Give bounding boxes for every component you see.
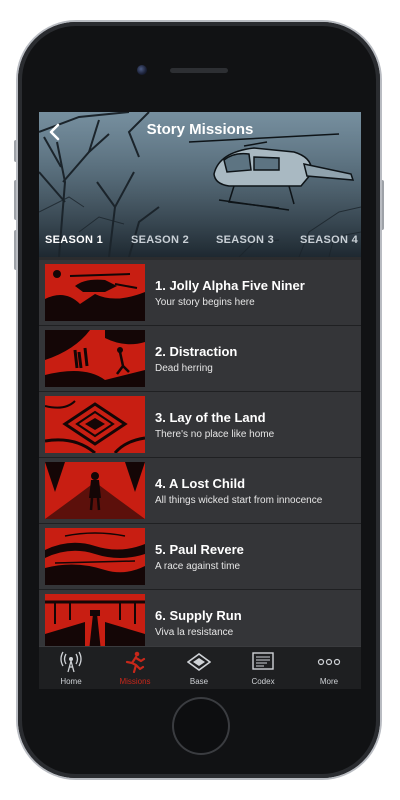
mission-subtitle: All things wicked start from innocence [155, 495, 323, 506]
running-man-icon [123, 651, 147, 674]
mission-row[interactable]: 2. Distraction Dead herring [39, 326, 361, 392]
mission-title: 3. Lay of the Land [155, 410, 266, 425]
tabbar-codex[interactable]: Codex [231, 647, 295, 689]
more-icon [317, 651, 341, 673]
codex-icon [251, 651, 275, 673]
season-tabs: SEASON 1 SEASON 2 SEASON 3 SEASON 4 [39, 234, 361, 254]
mission-thumbnail-runners [45, 330, 145, 387]
mission-thumbnail-aerial-map [45, 396, 145, 453]
mission-subtitle: Viva la resistance [155, 627, 234, 638]
mission-row[interactable]: 4. A Lost Child All things wicked start … [39, 458, 361, 524]
mission-title: 1. Jolly Alpha Five Niner [155, 278, 305, 293]
power-button [380, 180, 384, 230]
tabbar-home[interactable]: Home [39, 647, 103, 689]
tabbar-more[interactable]: More [297, 647, 361, 689]
tab-season-2[interactable]: SEASON 2 [131, 234, 189, 246]
mission-row[interactable]: 1. Jolly Alpha Five Niner Your story beg… [39, 260, 361, 326]
mission-subtitle: There's no place like home [155, 429, 275, 440]
mission-title: 6. Supply Run [155, 608, 242, 623]
mission-subtitle: Your story begins here [155, 297, 255, 308]
mission-thumbnail-landscape [45, 528, 145, 585]
mission-title: 5. Paul Revere [155, 542, 244, 557]
mission-title: 4. A Lost Child [155, 476, 246, 491]
tabbar-missions[interactable]: Missions [103, 647, 167, 689]
tab-season-3[interactable]: SEASON 3 [216, 234, 274, 246]
mission-row[interactable]: 5. Paul Revere A race against time [39, 524, 361, 590]
tabbar-label: Missions [119, 677, 151, 686]
mission-thumbnail-girl [45, 462, 145, 519]
mission-thumbnail-helicopter [45, 264, 145, 321]
tab-season-4[interactable]: SEASON 4 [300, 234, 358, 246]
mission-row[interactable]: 6. Supply Run Viva la resistance [39, 590, 361, 646]
mission-title: 2. Distraction [155, 344, 238, 359]
tab-season-1[interactable]: SEASON 1 [45, 234, 103, 246]
mission-row[interactable]: 3. Lay of the Land There's no place like… [39, 392, 361, 458]
tabbar-label: Codex [251, 677, 275, 686]
tabbar-label: Base [189, 677, 209, 686]
front-camera [137, 65, 147, 75]
mission-thumbnail-road [45, 594, 145, 646]
mission-subtitle: A race against time [155, 561, 241, 572]
app-screen: Story Missions SEASON 1 SEASON 2 SEASON … [39, 112, 361, 689]
radio-tower-icon [59, 651, 83, 673]
missions-header: Story Missions SEASON 1 SEASON 2 SEASON … [39, 112, 361, 257]
page-title: Story Missions [146, 121, 254, 138]
mission-subtitle: Dead herring [155, 363, 213, 374]
base-icon [186, 651, 212, 673]
tabbar-label: Home [60, 677, 82, 686]
earpiece-speaker [170, 68, 228, 73]
tabbar-base[interactable]: Base [167, 647, 231, 689]
bottom-tab-bar: Home Missions Base Codex More [39, 646, 361, 689]
tabbar-label: More [319, 677, 339, 686]
mission-list: 1. Jolly Alpha Five Niner Your story beg… [39, 258, 361, 646]
home-button[interactable] [172, 697, 230, 755]
